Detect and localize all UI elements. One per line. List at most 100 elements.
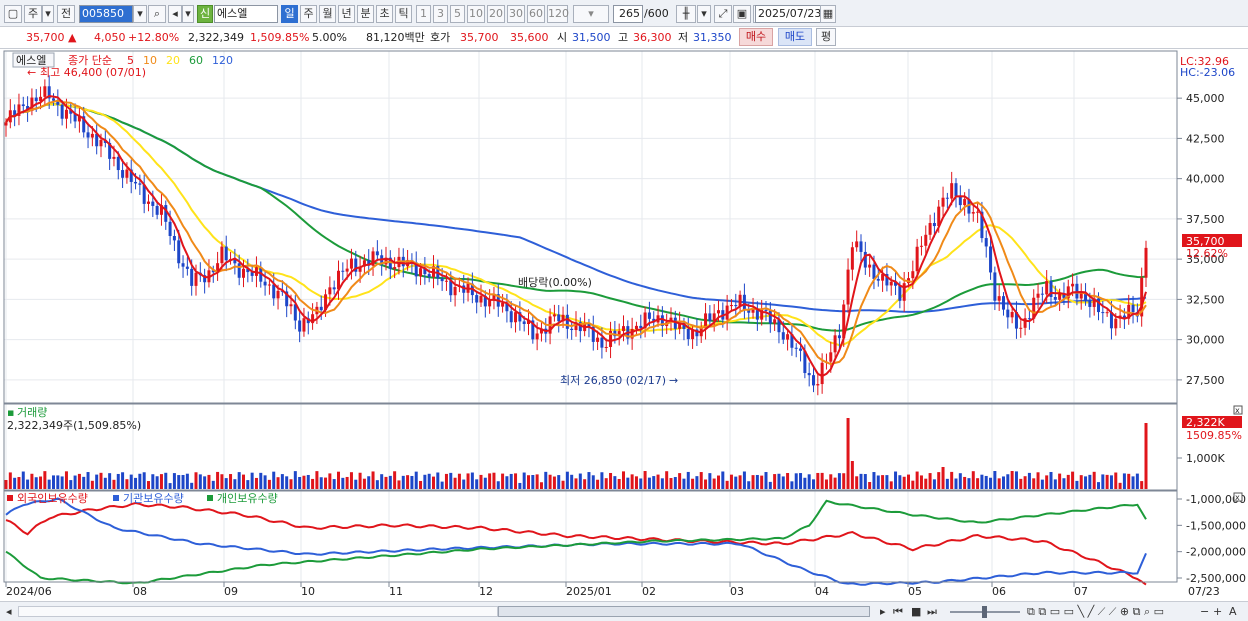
candle-body bbox=[837, 335, 841, 339]
candle-body bbox=[1071, 283, 1075, 287]
holdings-tick-label: -1,500,000 bbox=[1186, 519, 1246, 532]
candle-body bbox=[185, 266, 189, 269]
interval-tab-3[interactable]: 3 bbox=[433, 5, 448, 23]
candle-body bbox=[1019, 327, 1023, 329]
interval-tab-60[interactable]: 60 bbox=[527, 5, 545, 23]
volume-bar bbox=[237, 472, 241, 489]
open-label: 시 bbox=[557, 31, 568, 44]
volume-bar bbox=[531, 475, 535, 489]
candle-body bbox=[945, 197, 949, 199]
volume-bar bbox=[30, 473, 34, 489]
volume-bar bbox=[894, 471, 898, 489]
volume-bar bbox=[989, 477, 993, 489]
scroll-left-icon[interactable]: ◂ bbox=[6, 604, 12, 620]
candle-body bbox=[833, 335, 837, 353]
interval-tab-120[interactable]: 120 bbox=[547, 5, 569, 23]
interval-tab-10[interactable]: 10 bbox=[467, 5, 485, 23]
volume-bar bbox=[77, 473, 81, 489]
price-change: 4,050 bbox=[94, 31, 126, 44]
candle-body bbox=[686, 328, 690, 340]
period-tab-2[interactable]: 월 bbox=[319, 5, 336, 23]
candle-body bbox=[807, 373, 811, 376]
zoom-out-icon[interactable]: − bbox=[1200, 604, 1209, 620]
period-tab-0[interactable]: 일 bbox=[281, 5, 298, 23]
fullscreen-icon[interactable]: ⤢ bbox=[714, 5, 732, 23]
candle-body bbox=[125, 169, 129, 178]
speaker-dropdown-icon[interactable]: ▾ bbox=[182, 5, 194, 23]
zoom-slider-handle[interactable] bbox=[982, 606, 987, 618]
volume-bar bbox=[656, 474, 660, 489]
volume-bar bbox=[1144, 423, 1148, 489]
code-dropdown-icon[interactable]: ▾ bbox=[133, 5, 147, 23]
volume-bar bbox=[859, 473, 863, 489]
volume-bar bbox=[125, 479, 129, 489]
scroll-thumb[interactable] bbox=[498, 606, 870, 617]
calendar-icon[interactable]: ▦ bbox=[820, 5, 836, 23]
candle-body bbox=[138, 183, 142, 185]
scroll-right-icon[interactable]: ▸ bbox=[880, 604, 886, 620]
period-tab-3[interactable]: 년 bbox=[338, 5, 355, 23]
date-input[interactable]: 2025/07/23 bbox=[755, 5, 823, 23]
volume-bar bbox=[43, 471, 47, 489]
volume-panel: ▪ 거래량 2,322,349주(1,509.85%) 2,322K 1509.… bbox=[3, 403, 1243, 491]
search-icon[interactable]: ⌕ bbox=[148, 5, 166, 23]
interval-custom-dropdown[interactable]: ▾ bbox=[573, 5, 609, 23]
volume-bar bbox=[1097, 482, 1100, 489]
stop-icon[interactable]: ■ bbox=[911, 604, 921, 620]
volume-bar bbox=[1079, 475, 1083, 489]
volume-bar bbox=[686, 471, 690, 489]
stock-code-input[interactable]: 005850 bbox=[79, 5, 133, 23]
volume-bar bbox=[816, 472, 820, 489]
volume-bar bbox=[509, 473, 513, 489]
holdings-close-icon[interactable]: x bbox=[1235, 493, 1240, 502]
candle-icon[interactable]: ╫ bbox=[676, 5, 696, 23]
volume-title: 거래량 bbox=[17, 406, 47, 419]
candle-body bbox=[172, 236, 176, 241]
tool-icons[interactable]: ⧉ ⧉ ▭ ▭ ╲ ╱ ⟋ ⟋ ⊕ ⧉ ⌕ ▭ bbox=[1027, 604, 1164, 620]
buy-button[interactable]: 매수 bbox=[739, 28, 773, 46]
speaker-icon[interactable]: ◂ bbox=[168, 5, 182, 23]
text-tool-icon[interactable]: A bbox=[1229, 604, 1237, 620]
stock-name-field[interactable]: 에스엘 bbox=[214, 5, 278, 23]
count-input[interactable]: 265 bbox=[613, 5, 643, 23]
volume-bar bbox=[289, 479, 293, 489]
volume-bar bbox=[820, 472, 824, 489]
volume-bar bbox=[790, 481, 794, 489]
scroll-track[interactable] bbox=[18, 606, 498, 617]
ask-price: 35,700 bbox=[460, 31, 499, 44]
stock-chart[interactable]: 45,00042,50040,00037,50035,00032,50030,0… bbox=[0, 50, 1248, 601]
first-page-icon[interactable]: ⏮ bbox=[893, 604, 903, 620]
volume-bar bbox=[751, 475, 755, 489]
x-tick-label: 2025/01 bbox=[566, 585, 612, 598]
candle-body bbox=[64, 109, 68, 119]
interval-tab-5[interactable]: 5 bbox=[450, 5, 465, 23]
volume-bar bbox=[177, 475, 181, 489]
candle-body bbox=[738, 294, 742, 307]
period-tab-1[interactable]: 주 bbox=[300, 5, 317, 23]
candle-body bbox=[1040, 293, 1044, 295]
interval-tab-30[interactable]: 30 bbox=[507, 5, 525, 23]
eval-button[interactable]: 평 bbox=[816, 28, 836, 46]
interval-tab-20[interactable]: 20 bbox=[487, 5, 505, 23]
volume-bar bbox=[302, 475, 306, 489]
volume-close-icon[interactable]: x bbox=[1235, 406, 1240, 415]
last-page-icon[interactable]: ⏭ bbox=[927, 604, 937, 620]
holdings-legend-swatch bbox=[207, 495, 213, 501]
volume-bar bbox=[1006, 474, 1010, 489]
window-icon[interactable]: ▢ bbox=[4, 5, 22, 23]
sell-button[interactable]: 매도 bbox=[778, 28, 812, 46]
volume-bar bbox=[121, 472, 125, 489]
volume-bar bbox=[457, 473, 461, 489]
chart-type-dropdown-icon[interactable]: ▾ bbox=[697, 5, 711, 23]
candle-body bbox=[99, 139, 103, 147]
interval-tab-1[interactable]: 1 bbox=[416, 5, 431, 23]
period-mode-button[interactable]: 전 bbox=[57, 5, 75, 23]
period-tab-5[interactable]: 초 bbox=[376, 5, 393, 23]
market-dropdown-icon[interactable]: ▾ bbox=[42, 5, 54, 23]
market-select[interactable]: 주 bbox=[24, 5, 42, 23]
period-tab-6[interactable]: 틱 bbox=[395, 5, 412, 23]
save-icon[interactable]: ▣ bbox=[733, 5, 751, 23]
volume-bar bbox=[194, 472, 198, 489]
zoom-in-icon[interactable]: + bbox=[1213, 604, 1222, 620]
period-tab-4[interactable]: 분 bbox=[357, 5, 374, 23]
